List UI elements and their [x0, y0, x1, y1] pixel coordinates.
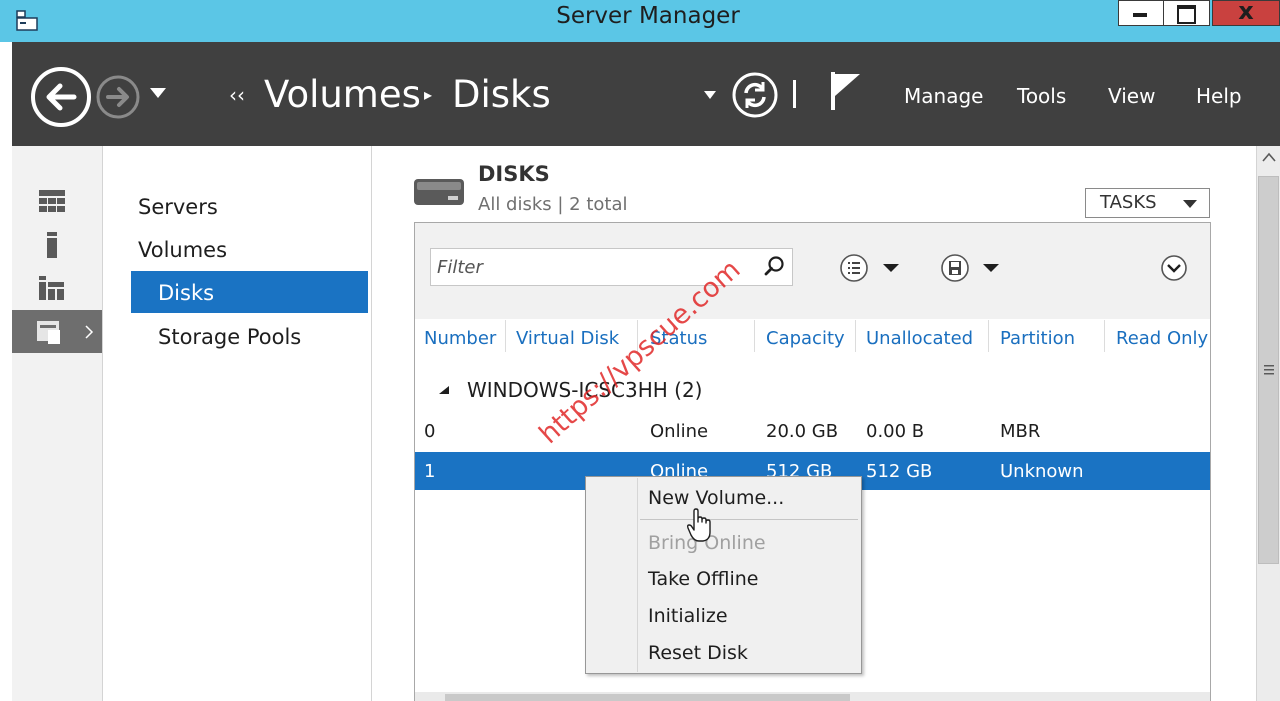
cell-partition[interactable]: Unknown: [1000, 461, 1084, 482]
breadcrumb-separator: ▸: [424, 85, 433, 104]
sidebar-item-storage-pools[interactable]: Storage Pools: [158, 325, 301, 349]
menu-item-initialize[interactable]: Initialize: [648, 605, 728, 627]
column-header-unallocated[interactable]: Unallocated: [866, 328, 973, 349]
cell-unallocated[interactable]: 512 GB: [866, 461, 932, 482]
breadcrumb-volumes[interactable]: Volumes: [264, 73, 421, 116]
sidebar-item-servers[interactable]: Servers: [138, 195, 218, 219]
menu-item-new-volume[interactable]: New Volume...: [648, 487, 784, 509]
window-title: Server Manager: [556, 3, 740, 29]
menu-item-reset-disk[interactable]: Reset Disk: [648, 642, 748, 664]
column-divider: [855, 320, 856, 352]
disk-drive-icon: [414, 179, 464, 205]
tasks-button[interactable]: TASKS: [1085, 188, 1210, 218]
column-header-read-only[interactable]: Read Only: [1116, 328, 1208, 349]
refresh-icon[interactable]: [731, 71, 779, 119]
horizontal-scroll-thumb[interactable]: [445, 694, 850, 701]
menu-help[interactable]: Help: [1196, 84, 1242, 108]
column-header-capacity[interactable]: Capacity: [766, 328, 845, 349]
column-divider: [1104, 320, 1105, 352]
column-header-partition[interactable]: Partition: [1000, 328, 1075, 349]
maximize-button[interactable]: [1164, 0, 1210, 26]
local-server-icon[interactable]: [38, 231, 66, 259]
dashboard-icon[interactable]: [38, 188, 66, 216]
context-menu-gutter: [637, 478, 638, 672]
menu-view[interactable]: View: [1108, 84, 1155, 108]
expand-arrow-icon[interactable]: [84, 325, 94, 339]
expand-icon[interactable]: [1160, 254, 1188, 282]
cell-status[interactable]: Online: [650, 421, 708, 442]
close-icon: x: [1238, 0, 1254, 25]
flag-icon[interactable]: [827, 70, 863, 112]
scroll-up-icon[interactable]: [1262, 152, 1276, 162]
column-divider: [754, 320, 755, 352]
cell-unallocated[interactable]: 0.00 B: [866, 421, 924, 442]
context-menu-separator: [640, 519, 858, 520]
minimize-button[interactable]: [1118, 0, 1164, 26]
menu-item-take-offline[interactable]: Take Offline: [648, 568, 759, 590]
cell-partition[interactable]: MBR: [1000, 421, 1040, 442]
section-subtitle: All disks | 2 total: [478, 194, 628, 215]
back-arrow-icon[interactable]: [30, 66, 92, 128]
navigation-pane: [104, 146, 372, 701]
breadcrumb-chevrons[interactable]: ‹‹: [229, 83, 245, 107]
file-storage-icon[interactable]: [36, 318, 64, 346]
toolbar-divider: [793, 80, 796, 108]
tasks-label: TASKS: [1100, 192, 1157, 213]
sidebar-item-disks[interactable]: Disks: [158, 281, 214, 305]
cell-number[interactable]: 0: [424, 421, 435, 442]
chevron-down-icon[interactable]: [883, 263, 899, 273]
forward-arrow-icon[interactable]: [95, 74, 141, 120]
menu-tools[interactable]: Tools: [1017, 84, 1066, 108]
column-divider: [988, 320, 989, 352]
search-icon[interactable]: [764, 255, 786, 277]
section-title: DISKS: [478, 162, 550, 186]
chevron-down-icon[interactable]: [703, 90, 717, 100]
hand-cursor-icon: [686, 508, 711, 542]
close-button[interactable]: x: [1212, 0, 1280, 26]
grip-icon: [1264, 365, 1274, 375]
chevron-down-icon[interactable]: [148, 86, 168, 100]
list-view-icon[interactable]: [839, 253, 869, 283]
collapse-arrow-icon[interactable]: [438, 385, 450, 395]
save-icon[interactable]: [940, 253, 970, 283]
column-header-number[interactable]: Number: [424, 328, 496, 349]
cell-number[interactable]: 1: [424, 461, 435, 482]
column-divider: [505, 320, 506, 352]
all-servers-icon[interactable]: [38, 274, 66, 302]
menu-manage[interactable]: Manage: [904, 84, 983, 108]
cell-capacity[interactable]: 20.0 GB: [766, 421, 838, 442]
breadcrumb-disks[interactable]: Disks: [452, 73, 551, 116]
navigation-bar: [12, 42, 1280, 146]
chevron-down-icon[interactable]: [983, 263, 999, 273]
chevron-down-icon: [1183, 200, 1197, 208]
sidebar-item-volumes[interactable]: Volumes: [138, 238, 227, 262]
left-icon-strip: [12, 146, 103, 701]
column-header-virtual-disk[interactable]: Virtual Disk: [516, 328, 619, 349]
